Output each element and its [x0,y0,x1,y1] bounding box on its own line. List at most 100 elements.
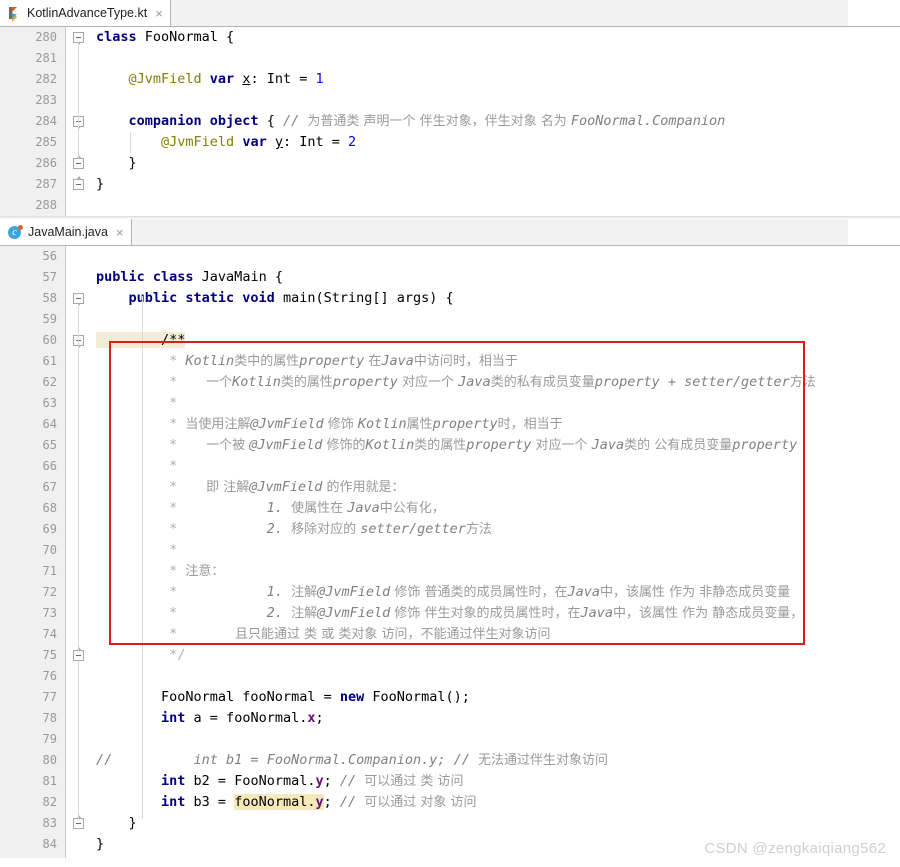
code-line[interactable] [90,195,900,216]
line-number[interactable]: 74 [0,624,65,645]
fold-marker[interactable] [73,293,84,306]
line-number[interactable]: 79 [0,729,65,750]
tab-kotlin-advance-type[interactable]: KotlinAdvanceType.kt × [0,0,171,26]
line-number[interactable]: 288 [0,195,65,216]
code-line[interactable]: * 注意： [90,561,900,582]
line-number[interactable]: 283 [0,90,65,111]
line-number[interactable]: 64 [0,414,65,435]
code-line[interactable] [90,309,900,330]
line-number[interactable]: 82 [0,792,65,813]
kotlin-code-area[interactable]: 280 281 282 283 284 285 286 287 288 class FooNor… [0,27,900,216]
code-token: @JvmField [249,479,323,495]
code-line[interactable]: @JvmField var y: Int = 2 [90,132,900,153]
line-number[interactable]: 72 [0,582,65,603]
code-line[interactable]: * [90,456,900,477]
code-line[interactable]: } [90,174,900,195]
line-number[interactable]: 56 [0,246,65,267]
line-number[interactable]: 286 [0,153,65,174]
line-number[interactable]: 76 [0,666,65,687]
line-number[interactable]: 63 [0,393,65,414]
code-line[interactable]: public static void main(String[] args) { [90,288,900,309]
code-line[interactable]: } [90,153,900,174]
code-line[interactable]: * 且只能通过 类 或 类对象 访问，不能通过伴生对象访问 [90,624,900,645]
close-icon[interactable]: × [155,7,163,20]
fold-marker[interactable] [73,647,84,661]
code-line[interactable]: * 2. 移除对应的 setter/getter方法 [90,519,900,540]
fold-marker[interactable] [73,176,84,190]
java-fold-gutter[interactable] [66,246,90,858]
code-line[interactable]: class FooNormal { [90,27,900,48]
code-line[interactable] [90,90,900,111]
line-number[interactable]: 77 [0,687,65,708]
line-number[interactable]: 58 [0,288,81,309]
code-line[interactable]: * 即 注解@JvmField 的作用就是： [90,477,900,498]
code-line[interactable]: public class JavaMain { [90,267,900,288]
line-number[interactable]: 78 [0,708,65,729]
code-line[interactable]: } [90,813,900,834]
line-number[interactable]: 81 [0,771,65,792]
code-line[interactable] [90,729,900,750]
line-number[interactable]: 57 [0,267,81,288]
code-token: 2. [185,605,292,621]
line-number[interactable]: 70 [0,540,65,561]
line-number[interactable]: 285 [0,132,65,153]
code-line[interactable]: int b2 = FooNormal.y; // 可以通过 类 访问 [90,771,900,792]
kotlin-fold-gutter[interactable] [66,27,90,216]
code-line[interactable]: companion object { // 为普通类 声明一个 伴生对象，伴生对… [90,111,900,132]
line-number[interactable]: 83 [0,813,65,834]
code-line[interactable]: int b3 = fooNormal.y; // 可以通过 对象 访问 [90,792,900,813]
line-number[interactable]: 68 [0,498,65,519]
line-number[interactable]: 282 [0,69,65,90]
code-line[interactable]: * 2. 注解@JvmField 修饰 伴生对象的成员属性时，在Java中，该属… [90,603,900,624]
fold-marker[interactable] [73,32,84,45]
line-number[interactable]: 71 [0,561,65,582]
code-line[interactable]: /** [90,330,900,351]
kotlin-line-number-gutter[interactable]: 280 281 282 283 284 285 286 287 288 [0,27,66,216]
fold-marker[interactable] [73,155,84,169]
code-line[interactable]: int a = fooNormal.x; [90,708,900,729]
fold-indent-guide [78,304,79,651]
code-line[interactable] [90,48,900,69]
line-number[interactable]: 75 [0,645,65,666]
line-number[interactable]: 66 [0,456,65,477]
code-line[interactable] [90,666,900,687]
code-token: 且只能通过 类 或 类对象 访问，不能通过伴生对象访问 [185,627,551,642]
line-number[interactable]: 281 [0,48,65,69]
fold-marker[interactable] [73,815,84,829]
code-line[interactable]: * [90,540,900,561]
java-code-area[interactable]: 56 57 58 59 60 61 62 63 64 65 66 67 68 69 70 71 72 73 74 75… [0,246,900,858]
java-line-number-gutter[interactable]: 56 57 58 59 60 61 62 63 64 65 66 67 68 69 70 71 72 73 74 75… [0,246,81,858]
code-line[interactable]: * [90,393,900,414]
code-line[interactable]: * 1. 使属性在 Java中公有化， [90,498,900,519]
code-line[interactable]: FooNormal fooNormal = new FooNormal(); [90,687,900,708]
code-line[interactable]: * 一个被 @JvmField 修饰的Kotlin类的属性property 对应… [90,435,900,456]
tab-java-main[interactable]: c JavaMain.java × [0,219,132,245]
code-line[interactable]: * 当使用注解@JvmField 修饰 Kotlin属性property时，相当… [90,414,900,435]
code-line[interactable]: */ [90,645,900,666]
line-number[interactable]: 280 [0,27,65,48]
java-code-lines[interactable]: public class JavaMain { public static vo… [90,246,900,858]
line-number[interactable]: 62 [0,372,65,393]
line-number[interactable]: 287 [0,174,65,195]
code-token: b3 = [185,794,235,810]
line-number[interactable]: 73 [0,603,65,624]
line-number[interactable]: 84 [0,834,65,855]
kotlin-code-lines[interactable]: class FooNormal { @JvmField var x: Int =… [90,27,900,216]
code-line[interactable]: * 1. 注解@JvmField 修饰 普通类的成员属性时，在Java中，该属性… [90,582,900,603]
code-line[interactable]: * 一个Kotlin类的属性property 对应一个 Java类的私有成员变量… [90,372,900,393]
line-number[interactable]: 59 [0,309,65,330]
line-number[interactable]: 65 [0,435,65,456]
code-token: b2 = FooNormal. [185,773,316,789]
line-number[interactable]: 69 [0,519,65,540]
code-line[interactable]: @JvmField var x: Int = 1 [90,69,900,90]
close-icon[interactable]: × [116,226,124,239]
line-number[interactable]: 80 [0,750,65,771]
line-number[interactable]: 60 [0,330,65,351]
line-number[interactable]: 61 [0,351,65,372]
line-number[interactable]: 284 [0,111,65,132]
code-line[interactable] [90,246,900,267]
code-line[interactable]: * Kotlin类中的属性property 在Java中访问时，相当于 [90,351,900,372]
code-line[interactable]: // int b1 = FooNormal.Companion.y; // 无法… [90,750,900,771]
line-number[interactable]: 67 [0,477,65,498]
